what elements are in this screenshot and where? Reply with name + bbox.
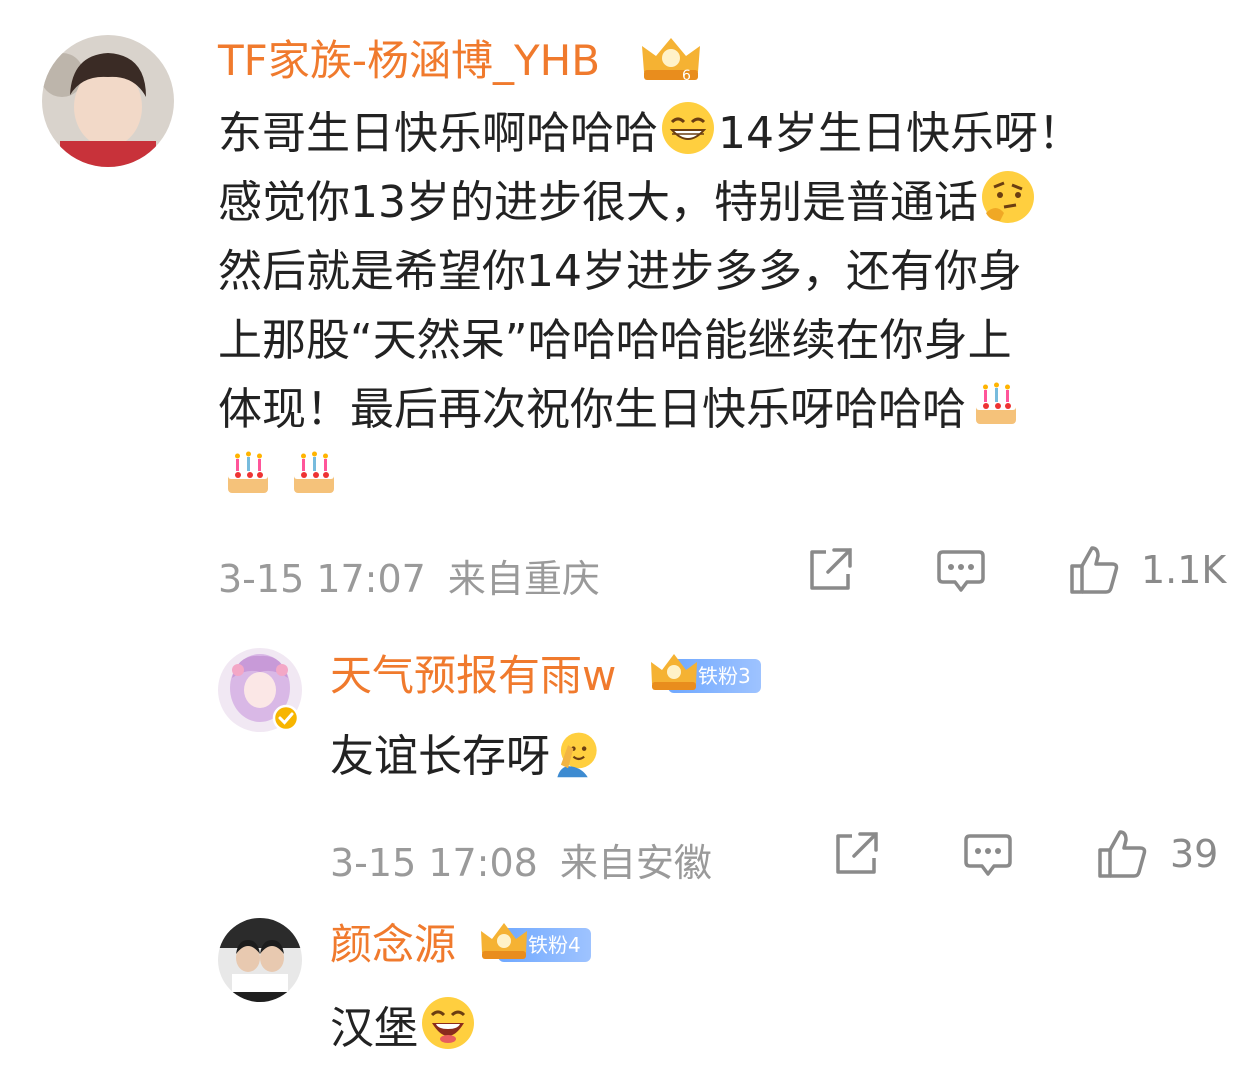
comment-text-line: 上那股“天然呆”哈哈哈哈能继续在你身上 (218, 315, 1012, 366)
cake-emoji-icon (294, 451, 334, 493)
fan-level-label: 铁粉4 (528, 933, 581, 957)
like-icon[interactable] (1066, 542, 1122, 598)
comment-text: 汉堡 (330, 994, 478, 1063)
crown-badge-icon (481, 923, 527, 959)
laugh-emoji-icon (422, 997, 474, 1049)
avatar[interactable] (42, 35, 174, 167)
comment-text-line: 14岁生日快乐呀！ (718, 108, 1082, 159)
cake-emoji-icon (228, 451, 268, 493)
comment-meta: 3-15 17:07 来自重庆 (218, 548, 600, 603)
username[interactable]: TF家族-杨涵博_YHB (218, 36, 600, 86)
location: 来自安徽 (559, 841, 712, 885)
cake-emoji-icon (976, 382, 1016, 424)
share-icon[interactable] (802, 542, 858, 598)
comment-text-line: 东哥生日快乐啊哈哈哈 (218, 108, 658, 159)
timestamp: 3-15 17:08 (330, 841, 538, 885)
svg-text:6: 6 (682, 68, 691, 84)
salute-emoji-icon (557, 732, 597, 778)
username[interactable]: 颜念源 (330, 920, 456, 970)
comment-text: 友谊长存呀 (330, 722, 604, 791)
crown-badge-icon: 6 (642, 38, 700, 84)
comment-icon[interactable] (960, 826, 1016, 882)
location: 来自重庆 (447, 557, 600, 601)
timestamp: 3-15 17:07 (218, 557, 426, 601)
avatar[interactable] (218, 918, 302, 1002)
crown-badge-icon (651, 654, 697, 690)
comment-text-line: 友谊长存呀 (330, 731, 550, 782)
comment-text-line: 体现！最后再次祝你生日快乐呀哈哈哈 (218, 384, 966, 435)
like-count: 39 (1170, 832, 1219, 876)
fan-level-label: 铁粉3 (698, 664, 751, 688)
verified-icon (272, 704, 300, 732)
comment-icon[interactable] (933, 542, 989, 598)
share-icon[interactable] (828, 826, 884, 882)
comment-text-line: 然后就是希望你14岁进步多多，还有你身 (218, 246, 1022, 297)
comment-meta: 3-15 17:08 来自安徽 (330, 832, 712, 887)
comment-text-line: 汉堡 (330, 1003, 418, 1054)
grin-emoji-icon (662, 102, 714, 154)
like-icon[interactable] (1094, 826, 1150, 882)
like-count: 1.1K (1141, 548, 1227, 592)
thinking-emoji-icon (982, 171, 1034, 223)
username[interactable]: 天气预报有雨w (330, 651, 616, 701)
comment-text: 东哥生日快乐啊哈哈哈 14岁生日快乐呀！ 感觉你13岁的进步很大，特别是普通话 然… (218, 99, 1082, 513)
comment-text-line: 感觉你13岁的进步很大，特别是普通话 (218, 177, 978, 228)
